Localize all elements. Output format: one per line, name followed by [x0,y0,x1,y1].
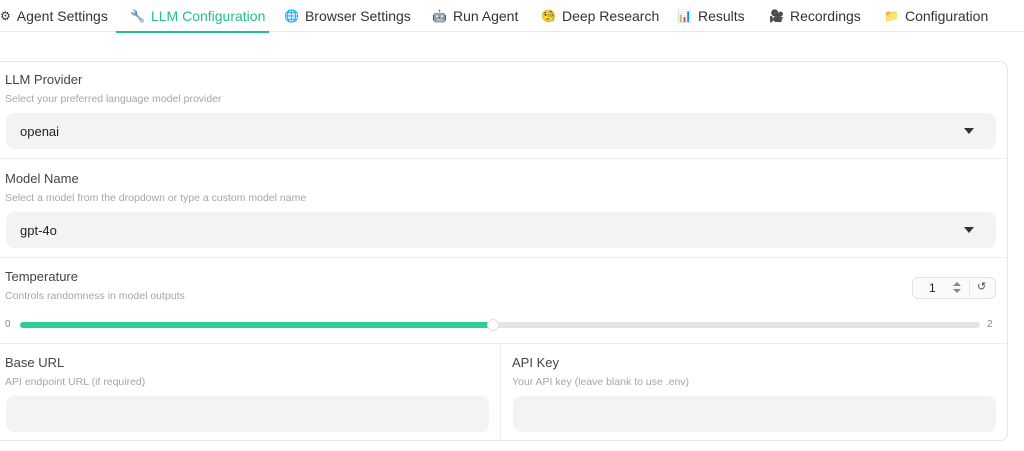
spin-up-icon[interactable] [953,282,961,286]
tab-label: Results [697,8,745,24]
tab-configuration[interactable]: 📁 Configuration [884,0,988,32]
reset-icon[interactable]: ↺ [977,280,986,293]
tab-recordings[interactable]: 🎥 Recordings [769,0,861,32]
api-key-input[interactable] [513,396,996,432]
chevron-down-icon [964,227,974,233]
base-url-label: Base URL [5,355,65,370]
api-key-hint: Your API key (leave blank to use .env) [512,376,690,388]
divider [0,158,1008,159]
divider [0,257,1008,258]
divider [969,281,970,295]
provider-hint: Select your preferred language model pro… [5,93,222,105]
tab-browser-settings[interactable]: 🌐 Browser Settings [284,0,411,32]
tab-deep-research[interactable]: 🧐 Deep Research [541,0,659,32]
tab-label: Browser Settings [304,8,411,24]
tab-results[interactable]: 📊 Results [677,0,745,32]
globe-icon: 🌐 [284,9,299,23]
temperature-value: 1 [929,281,936,295]
temperature-slider[interactable] [20,319,980,331]
folder-icon: 📁 [884,9,899,23]
slider-min-label: 0 [5,319,11,330]
tab-agent-settings[interactable]: ⚙ Agent Settings [0,0,108,32]
tab-label: Recordings [789,8,861,24]
tab-label: Configuration [904,8,989,24]
temperature-hint: Controls randomness in model outputs [5,290,185,302]
column-divider [500,344,501,440]
tab-label: LLM Configuration [150,8,266,24]
api-key-label: API Key [512,355,559,370]
provider-label: LLM Provider [5,72,83,87]
tab-run-agent[interactable]: 🤖 Run Agent [432,0,518,32]
base-url-hint: API endpoint URL (if required) [5,376,146,388]
tab-llm-configuration[interactable]: 🔧 LLM Configuration [116,0,269,33]
video-camera-icon: 🎥 [769,9,784,23]
wrench-icon: 🔧 [130,9,145,23]
model-label: Model Name [5,171,79,186]
provider-value: openai [20,123,60,139]
tab-bar: ⚙ Agent Settings 🔧 LLM Configuration 🌐 B… [0,0,1024,33]
provider-select[interactable]: openai [6,113,996,149]
tab-label: Agent Settings [16,8,108,24]
spin-down-icon[interactable] [953,289,961,293]
base-url-input[interactable] [6,396,489,432]
tab-label: Deep Research [561,8,660,24]
bar-chart-icon: 📊 [677,9,692,23]
temperature-label: Temperature [5,269,78,284]
model-value: gpt-4o [20,222,57,238]
monocle-face-icon: 🧐 [541,9,556,23]
tab-label: Run Agent [452,8,519,24]
divider [0,343,1008,344]
robot-icon: 🤖 [432,9,447,23]
spinner-icon[interactable] [951,280,963,296]
slider-thumb[interactable] [487,319,499,331]
model-select[interactable]: gpt-4o [6,212,996,248]
slider-max-label: 2 [987,319,993,330]
temperature-number-input[interactable]: 1 ↺ [912,277,996,299]
gear-icon: ⚙ [0,9,11,23]
chevron-down-icon [964,128,974,134]
model-hint: Select a model from the dropdown or type… [5,192,307,204]
slider-fill [20,322,493,328]
